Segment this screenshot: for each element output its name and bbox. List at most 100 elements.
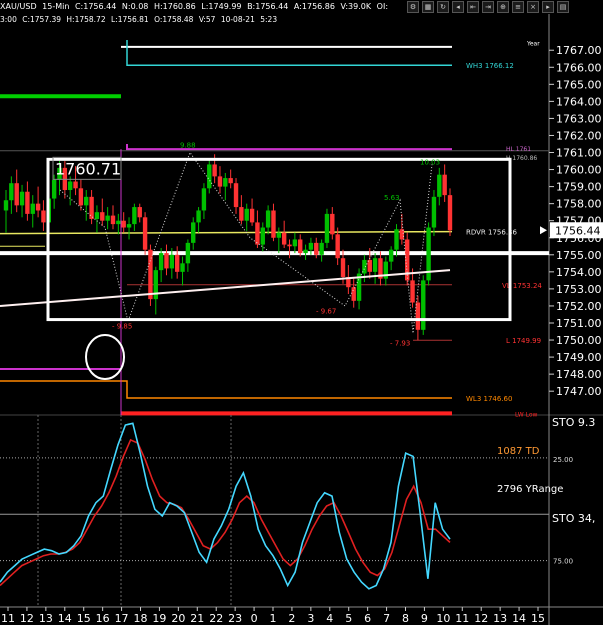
candle-body <box>228 178 233 184</box>
time-tick-label: 15 <box>531 612 545 625</box>
price-tick-label: 1761.00 <box>556 147 602 160</box>
back-icon[interactable]: ◂ <box>452 1 464 13</box>
header-interval: 15-Min <box>42 2 70 11</box>
candle-body <box>335 234 340 259</box>
header-bid: B:1756.44 <box>247 2 289 11</box>
time-tick-label: 2 <box>288 612 295 625</box>
candle-body <box>388 249 394 262</box>
swing-label: - 7.93 <box>390 340 410 348</box>
table-icon[interactable]: ▦ <box>422 1 434 13</box>
candle-body <box>137 207 142 218</box>
candle-body <box>324 213 330 243</box>
price-tick-label: 1750.00 <box>556 334 602 347</box>
candle-body <box>244 208 249 221</box>
candle-body <box>217 176 223 187</box>
candle-body <box>351 287 356 301</box>
candle-body <box>314 242 319 255</box>
candle-body <box>100 212 105 221</box>
time-tick-label: 17 <box>115 612 129 625</box>
candle-body <box>105 215 110 221</box>
grid-icon[interactable]: ▤ <box>557 1 569 13</box>
wl3-label: WL3 1746.60 <box>466 395 512 403</box>
candle-body <box>9 183 14 201</box>
candle-body <box>233 183 239 208</box>
candle-body <box>276 232 282 238</box>
candle-body <box>201 188 207 211</box>
close-icon[interactable]: × <box>527 1 539 13</box>
header-high: H:1760.86 <box>153 2 196 11</box>
time-tick-label: 10 <box>436 612 450 625</box>
menu-icon[interactable]: ≡ <box>512 1 524 13</box>
time-tick-label: 3 <box>307 612 314 625</box>
time-tick-label: 11 <box>1 612 15 625</box>
candle-body <box>431 196 437 228</box>
candle-body <box>3 200 9 211</box>
time-tick-label: 6 <box>364 612 371 625</box>
time-tick-label: 15 <box>77 612 91 625</box>
candle-body <box>35 203 41 211</box>
sub-o: O:1758.48 <box>154 15 194 24</box>
time-tick-label: 20 <box>171 612 185 625</box>
time-tick-label: 7 <box>383 612 390 625</box>
last-price-label: 1756.44 <box>555 224 601 237</box>
time-tick-label: 22 <box>209 612 223 625</box>
indicator-top-label: STO 9.3 <box>552 416 595 429</box>
chart-toolbar: ⚙ ▦ ↻ ◂ ⇤ ⇥ ⊕ ≡ × ▸ ▤ <box>407 0 569 14</box>
candle-body <box>110 215 116 225</box>
year-label: Year <box>526 40 540 47</box>
price-tick-label: 1749.00 <box>556 351 602 364</box>
candle-body <box>271 210 276 238</box>
expand-icon[interactable]: ⇥ <box>482 1 494 13</box>
candle-body <box>84 196 89 206</box>
header-volume: V:39.0K <box>340 2 372 11</box>
time-tick-label: 16 <box>96 612 110 625</box>
candle-body <box>394 229 399 250</box>
candle-body <box>185 242 191 264</box>
td-label: 1087 TD <box>497 446 540 457</box>
price-tick-label: 1762.00 <box>556 129 602 142</box>
candle-body <box>73 181 78 189</box>
time-tick-label: 18 <box>134 612 148 625</box>
candle-body <box>260 227 265 245</box>
price-tick-label: 1758.00 <box>556 198 602 211</box>
compress-icon[interactable]: ⇤ <box>467 1 479 13</box>
low-label: L 1749.99 <box>506 337 541 345</box>
yrange-label: 2796 YRange <box>497 484 563 495</box>
scroll-icon[interactable]: ▸ <box>542 1 554 13</box>
refresh-icon[interactable]: ↻ <box>437 1 449 13</box>
lw-low-label: LW Low <box>515 411 538 418</box>
candle-body <box>67 181 73 191</box>
chart-subheader: 3:00 C:1757.39 H:1758.72 L:1756.81 O:175… <box>0 14 330 26</box>
candle-body <box>153 270 158 300</box>
indicator-level-label: 25.00 <box>553 456 573 464</box>
swing-label: 10.03 <box>420 158 440 166</box>
candle-body <box>442 174 447 196</box>
candle-body <box>164 253 169 269</box>
candle-body <box>415 302 421 330</box>
swing-label: - 9.67 <box>316 307 336 315</box>
sub-time: 3:00 <box>0 15 17 24</box>
candle-body <box>330 213 335 235</box>
price-tick-label: 1767.00 <box>556 44 602 57</box>
candle-body <box>249 208 255 223</box>
candle-body <box>41 210 46 223</box>
box-label: 1760.71 <box>55 159 121 178</box>
price-tick-label: 1752.00 <box>556 300 602 313</box>
time-tick-label: 11 <box>455 612 469 625</box>
candle-body <box>437 174 442 197</box>
candle-body <box>148 249 153 300</box>
sub-close: C:1757.39 <box>22 15 62 24</box>
zoom-icon[interactable]: ⊕ <box>497 1 509 13</box>
candle-body <box>14 183 19 206</box>
candle-body <box>121 220 126 228</box>
wh3-label: WH3 1766.12 <box>466 62 514 70</box>
price-chart[interactable]: YearWH3 1766.12HL 1761H 1760.86RDVR 1756… <box>0 0 603 625</box>
candle-body <box>180 263 185 272</box>
time-tick-label: 8 <box>402 612 409 625</box>
settings-icon[interactable]: ⚙ <box>407 1 419 13</box>
sub-high: H:1758.72 <box>66 15 106 24</box>
price-tick-label: 1765.00 <box>556 78 602 91</box>
price-tick-label: 1753.00 <box>556 283 602 296</box>
swing-label: - 9.85 <box>112 323 132 331</box>
indicator-name: STO 34, <box>552 512 595 525</box>
